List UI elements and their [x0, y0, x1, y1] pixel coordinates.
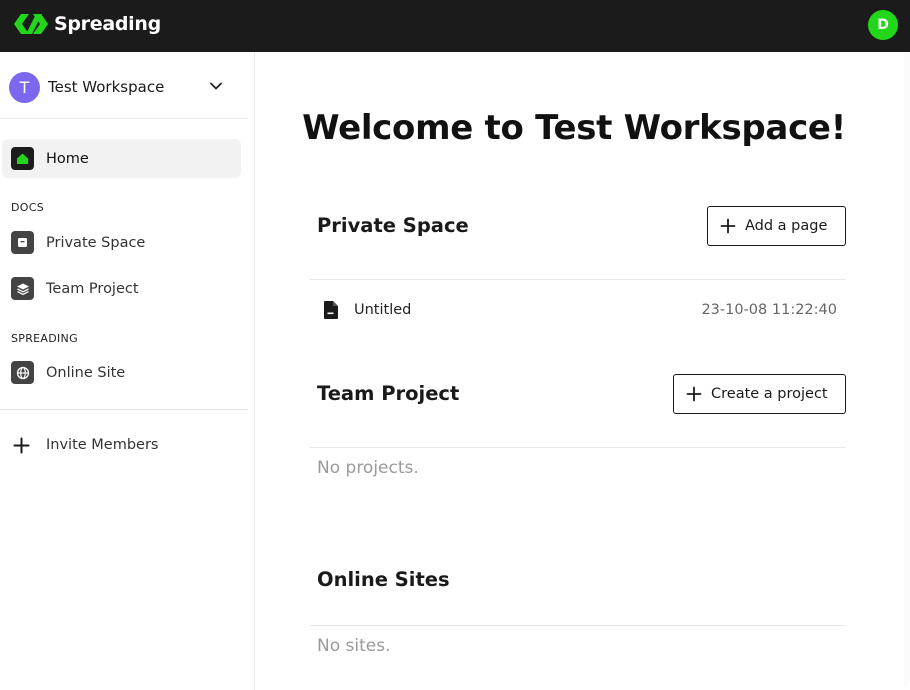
sidebar-item-team-project[interactable]: Team Project [2, 269, 241, 308]
add-page-button[interactable]: Add a page [707, 206, 846, 246]
brand-name: Spreading [54, 13, 161, 35]
workspace-switcher[interactable]: T Test Workspace [9, 71, 239, 103]
section-label-spreading: SPREADING [11, 332, 78, 345]
chevron-down-icon[interactable] [209, 79, 223, 93]
box-icon [11, 231, 34, 254]
home-icon [11, 147, 34, 170]
create-project-button[interactable]: Create a project [673, 374, 846, 414]
empty-projects-message: No projects. [317, 458, 419, 478]
scrollbar[interactable] [904, 52, 910, 690]
sidebar-item-label: Team Project [46, 280, 139, 297]
workspace-avatar: T [9, 71, 40, 103]
sidebar-item-online-site[interactable]: Online Site [2, 353, 241, 392]
sidebar-item-private-space[interactable]: Private Space [2, 223, 241, 262]
top-bar: Spreading D [0, 0, 910, 52]
sidebar-item-label: Private Space [46, 234, 146, 251]
brand-logo[interactable]: Spreading [12, 10, 161, 38]
page-title: Welcome to Test Workspace! [302, 108, 846, 148]
document-icon [324, 301, 338, 319]
sidebar-item-label: Online Site [46, 364, 126, 381]
layers-icon [11, 277, 34, 300]
app-window: Spreading D T Test Workspace Home DOCS P… [0, 0, 910, 690]
page-timestamp: 23-10-08 11:22:40 [701, 302, 837, 318]
divider [0, 409, 248, 410]
section-title-private-space: Private Space [317, 214, 469, 237]
add-page-label: Add a page [745, 218, 828, 234]
divider [310, 279, 846, 280]
plus-icon [720, 218, 736, 234]
sidebar: T Test Workspace Home DOCS Private Space [0, 52, 255, 690]
main-content: Welcome to Test Workspace! Private Space… [256, 52, 910, 690]
invite-members-button[interactable]: Invite Members [12, 432, 159, 458]
workspace-name: Test Workspace [48, 78, 165, 96]
sidebar-item-label: Home [46, 150, 89, 167]
divider [310, 625, 846, 626]
section-title-team-project: Team Project [317, 382, 460, 405]
section-title-online-sites: Online Sites [317, 568, 450, 591]
plus-icon [686, 386, 702, 402]
empty-sites-message: No sites. [317, 636, 391, 656]
spreading-logo-icon [14, 14, 48, 34]
sidebar-item-home[interactable]: Home [2, 139, 241, 178]
plus-icon [13, 437, 30, 453]
section-label-docs: DOCS [11, 201, 44, 214]
divider [0, 118, 248, 119]
user-avatar[interactable]: D [868, 10, 898, 40]
create-project-label: Create a project [711, 386, 828, 402]
globe-icon [11, 361, 34, 384]
divider [310, 447, 846, 448]
list-item[interactable]: Untitled 23-10-08 11:22:40 [322, 298, 842, 322]
page-name: Untitled [354, 302, 412, 318]
invite-members-label: Invite Members [46, 437, 159, 453]
